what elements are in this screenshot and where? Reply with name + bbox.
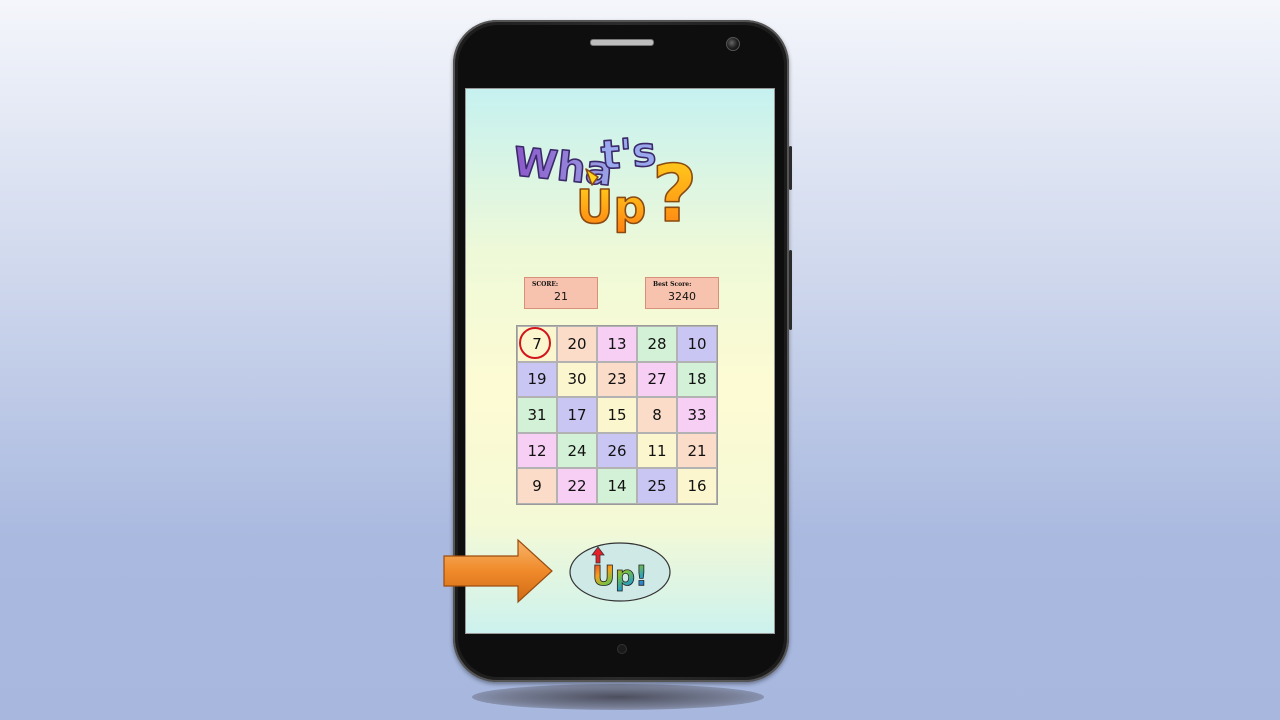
svg-text:?: ? bbox=[652, 150, 697, 237]
svg-text:Up: Up bbox=[576, 180, 646, 234]
up-button[interactable]: Up! bbox=[568, 541, 672, 603]
grid-cell-number: 26 bbox=[607, 441, 627, 460]
grid-cell[interactable]: 28 bbox=[637, 326, 677, 362]
grid-cell-number: 33 bbox=[687, 405, 707, 424]
svg-text:t's: t's bbox=[599, 129, 657, 179]
grid-cell-number: 31 bbox=[527, 405, 547, 424]
home-indicator bbox=[617, 644, 627, 654]
grid-cell[interactable]: 8 bbox=[637, 397, 677, 433]
up-button-label: Up! bbox=[592, 559, 648, 592]
best-score-panel: Best Score: 3240 bbox=[645, 277, 719, 309]
grid-cell-number: 22 bbox=[567, 477, 587, 496]
grid-cell[interactable]: 13 bbox=[597, 326, 637, 362]
grid-cell-number: 27 bbox=[647, 370, 667, 389]
grid-cell[interactable]: 25 bbox=[637, 468, 677, 504]
grid-cell-number: 21 bbox=[687, 441, 707, 460]
grid-cell[interactable]: 20 bbox=[557, 326, 597, 362]
score-label: SCORE: bbox=[532, 281, 559, 288]
volume-button bbox=[789, 250, 792, 330]
grid-cell[interactable]: 19 bbox=[517, 361, 557, 398]
grid-cell-number: 23 bbox=[607, 370, 627, 389]
phone-shadow bbox=[472, 684, 764, 710]
grid-cell[interactable]: 16 bbox=[677, 468, 717, 504]
grid-cell-number: 19 bbox=[527, 370, 547, 389]
grid-cell[interactable]: 26 bbox=[597, 432, 637, 469]
grid-cell[interactable]: 10 bbox=[677, 326, 717, 362]
grid-cell-number: 28 bbox=[647, 334, 667, 353]
score-panel: SCORE: 21 bbox=[524, 277, 598, 309]
grid-cell[interactable]: 18 bbox=[677, 361, 717, 398]
grid-cell-number: 15 bbox=[607, 405, 627, 424]
grid-cell[interactable]: 22 bbox=[557, 468, 597, 504]
grid-cell[interactable]: 33 bbox=[677, 397, 717, 433]
grid-cell-number: 17 bbox=[567, 405, 587, 424]
grid-cell[interactable]: 14 bbox=[597, 468, 637, 504]
right-arrow-icon bbox=[443, 538, 553, 604]
grid-cell-number: 16 bbox=[687, 477, 707, 496]
grid-cell-number: 30 bbox=[567, 370, 587, 389]
whats-up-logo: Wha t's Up ? bbox=[510, 128, 698, 237]
grid-cell[interactable]: 17 bbox=[557, 397, 597, 433]
grid-cell-number: 20 bbox=[567, 334, 587, 353]
grid-cell[interactable]: 15 bbox=[597, 397, 637, 433]
grid-cell-number: 12 bbox=[527, 441, 547, 460]
grid-cell[interactable]: 7 bbox=[517, 326, 557, 362]
grid-cell[interactable]: 30 bbox=[557, 361, 597, 398]
grid-cell-number: 13 bbox=[607, 334, 627, 353]
grid-cell-number: 25 bbox=[647, 477, 667, 496]
number-grid: 7 20 13 28 10 19 30 23 27 18 31 17 15 8 33 12 24 26 11 21 9 2… bbox=[516, 325, 718, 505]
grid-cell[interactable]: 23 bbox=[597, 361, 637, 398]
score-value: 21 bbox=[554, 290, 568, 303]
grid-cell-number: 7 bbox=[532, 334, 542, 353]
grid-cell-number: 9 bbox=[532, 477, 542, 496]
earpiece-speaker bbox=[590, 39, 654, 46]
best-score-value: 3240 bbox=[668, 290, 696, 303]
best-score-label: Best Score: bbox=[653, 281, 692, 288]
grid-cell-number: 8 bbox=[652, 405, 662, 424]
grid-cell[interactable]: 11 bbox=[637, 432, 677, 469]
grid-cell-number: 18 bbox=[687, 370, 707, 389]
grid-cell-number: 11 bbox=[647, 441, 667, 460]
grid-cell[interactable]: 9 bbox=[517, 468, 557, 504]
grid-cell-number: 14 bbox=[607, 477, 627, 496]
grid-cell[interactable]: 12 bbox=[517, 432, 557, 469]
grid-cell[interactable]: 21 bbox=[677, 432, 717, 469]
grid-cell-number: 24 bbox=[567, 441, 587, 460]
grid-cell-number: 10 bbox=[687, 334, 707, 353]
grid-cell[interactable]: 24 bbox=[557, 432, 597, 469]
power-button bbox=[789, 146, 792, 190]
grid-cell[interactable]: 27 bbox=[637, 361, 677, 398]
front-camera bbox=[726, 37, 740, 51]
grid-cell[interactable]: 31 bbox=[517, 397, 557, 433]
